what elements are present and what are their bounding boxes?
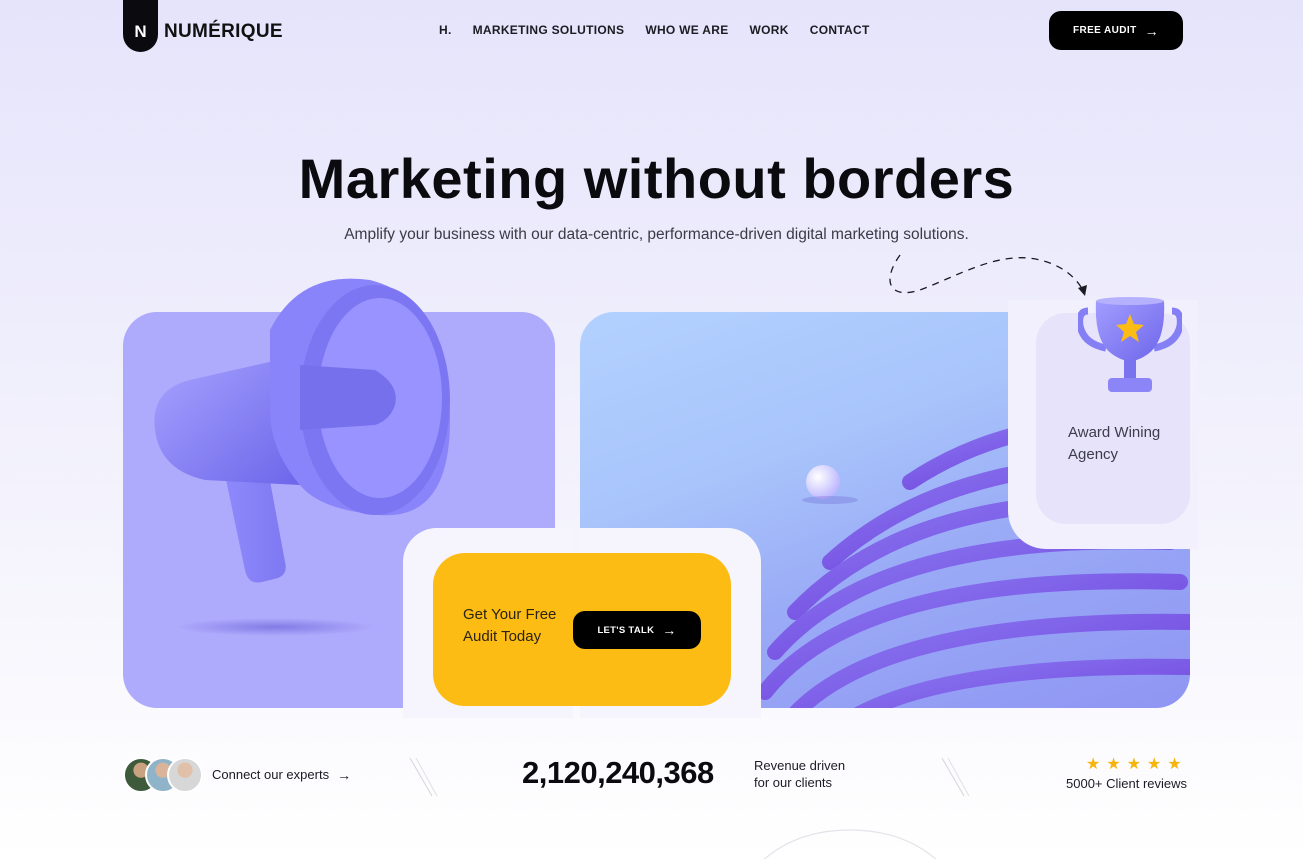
arrow-right-icon: → [1144, 22, 1160, 39]
megaphone-icon [154, 278, 450, 583]
trophy-icon [1078, 297, 1182, 392]
arrow-right-icon: → [662, 622, 677, 638]
brand-name: NUMÉRIQUE [164, 21, 283, 42]
star-icon: ★ [1106, 756, 1121, 773]
revenue-label-line2: for our clients [754, 775, 833, 790]
connect-experts-label: Connect our experts [212, 767, 330, 782]
bottom-arc-decoration [763, 829, 937, 859]
nav-item-marketing-solutions[interactable]: MARKETING SOLUTIONS [473, 23, 625, 37]
free-audit-button[interactable]: FREE AUDIT → [1049, 11, 1183, 50]
hero-title: Marketing without borders [298, 147, 1015, 210]
nav-item-work[interactable]: WORK [750, 23, 789, 37]
reviews-label: 5000+ Client reviews [1066, 776, 1188, 791]
connect-experts-link[interactable]: Connect our experts → [212, 767, 351, 782]
lets-talk-label: LET'S TALK [597, 624, 655, 636]
divider-decoration [409, 757, 438, 797]
revenue-label-line1: Revenue driven [754, 758, 846, 773]
arrow-right-icon: → [337, 766, 352, 783]
star-icon: ★ [1126, 756, 1142, 773]
revenue-number: 2,120,240,368 [522, 755, 714, 790]
megaphone-shadow [175, 618, 375, 636]
star-icon: ★ [1147, 756, 1162, 773]
main-nav: H. MARKETING SOLUTIONS WHO WE ARE WORK C… [439, 23, 870, 37]
audit-cta-text: Get Your Free Audit Today [463, 606, 557, 645]
award-text: Award Wining Agency [1068, 424, 1161, 463]
brand-logo[interactable]: N NUMÉRIQUE [123, 0, 283, 52]
star-icon: ★ [1086, 756, 1101, 773]
free-audit-label: FREE AUDIT [1072, 25, 1137, 36]
nav-item-who-we-are[interactable]: WHO WE ARE [645, 23, 728, 37]
nav-item-contact[interactable]: CONTACT [810, 23, 870, 37]
revenue-label: Revenue driven for our clients [754, 757, 845, 791]
rating-stars: ★ ★ ★ ★ ★ [1086, 754, 1182, 774]
lets-talk-button[interactable]: LET'S TALK → [573, 611, 701, 649]
hero-subtitle: Amplify your business with our data-cent… [344, 226, 969, 243]
avatar [167, 757, 203, 793]
divider-decoration [941, 757, 970, 797]
star-icon: ★ [1167, 756, 1182, 773]
expert-avatars [123, 757, 203, 793]
nav-item-home[interactable]: H. [439, 23, 452, 37]
logo-mark: N [123, 0, 158, 52]
